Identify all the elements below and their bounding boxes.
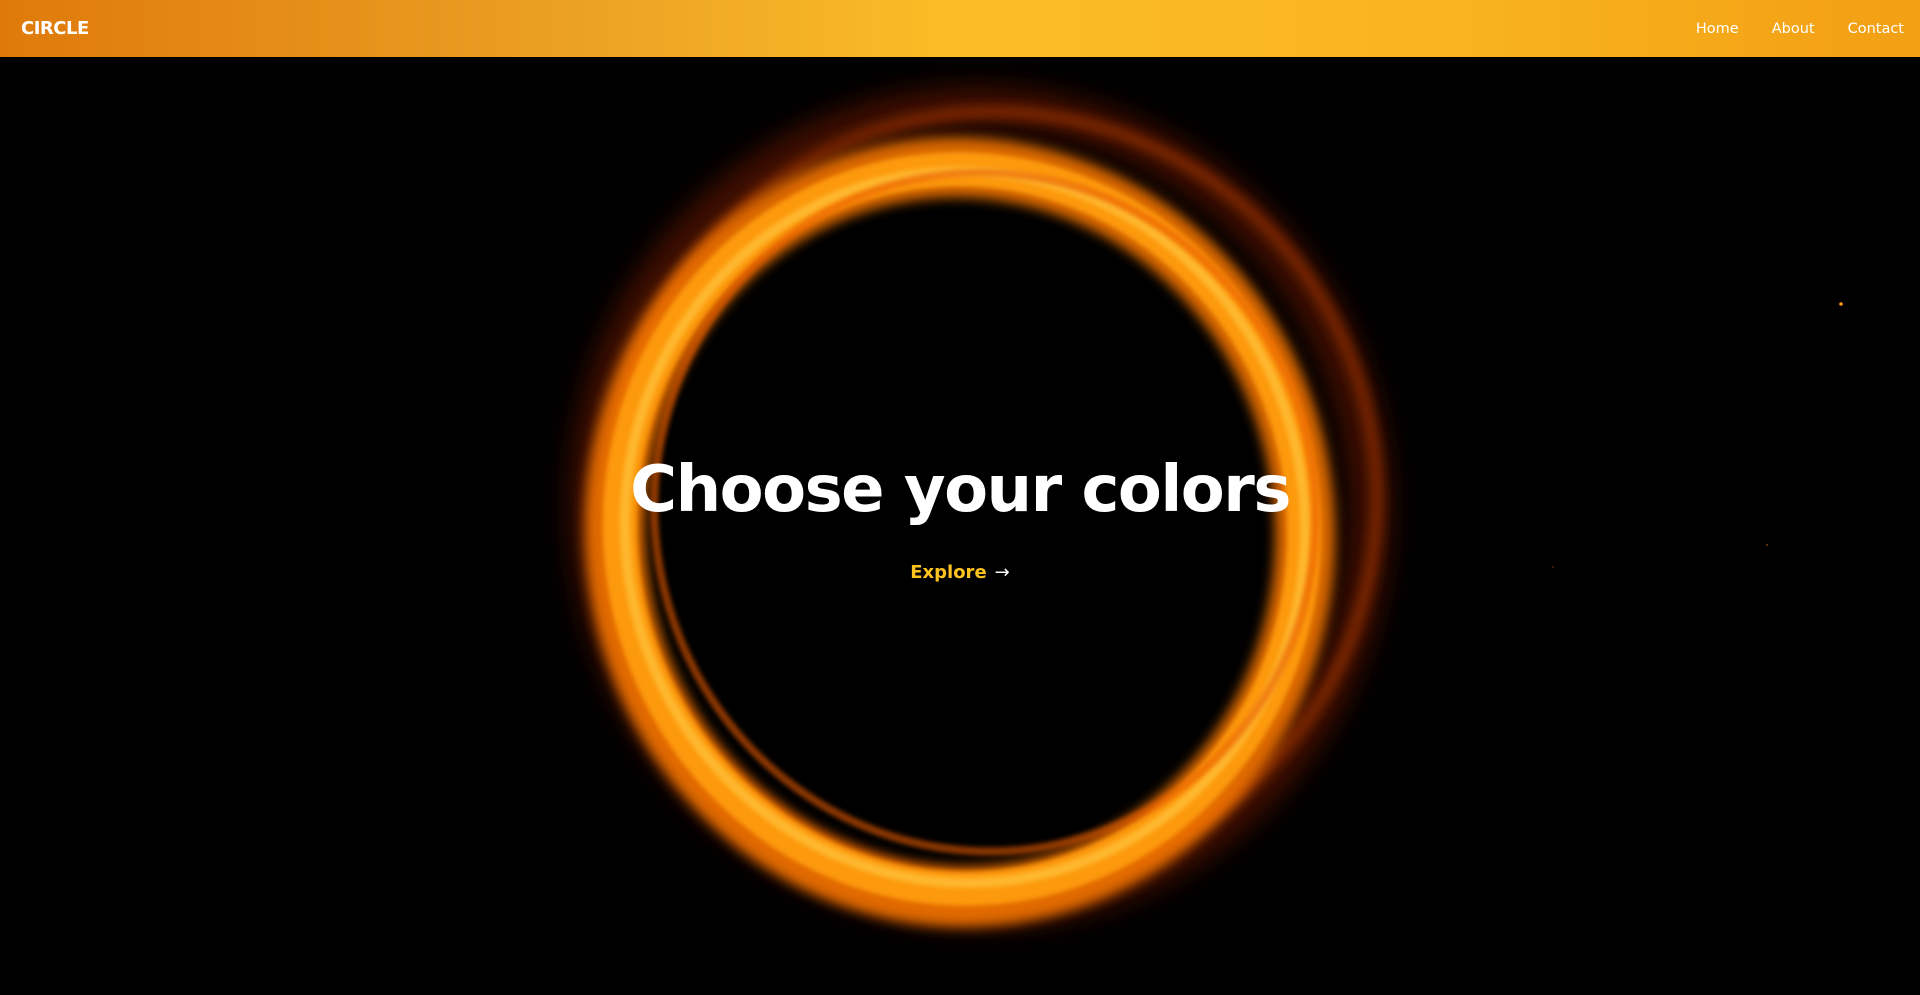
explore-link[interactable]: Explore → [910, 562, 1010, 583]
explore-label: Explore [910, 562, 987, 583]
nav-links: Home About Contact [1663, 21, 1904, 37]
brand-logo[interactable]: CIRCLE [21, 18, 89, 39]
nav-link-home[interactable]: Home [1696, 21, 1739, 37]
nav-link-about[interactable]: About [1772, 21, 1815, 37]
hero-title: Choose your colors [630, 453, 1291, 527]
arrow-right-icon: → [994, 562, 1010, 583]
nav-link-contact[interactable]: Contact [1848, 21, 1904, 37]
top-navbar: CIRCLE Home About Contact [0, 0, 1920, 57]
hero-section: Choose your colors Explore → [0, 57, 1920, 995]
explore-link-wrapper: Explore → [0, 562, 1920, 583]
